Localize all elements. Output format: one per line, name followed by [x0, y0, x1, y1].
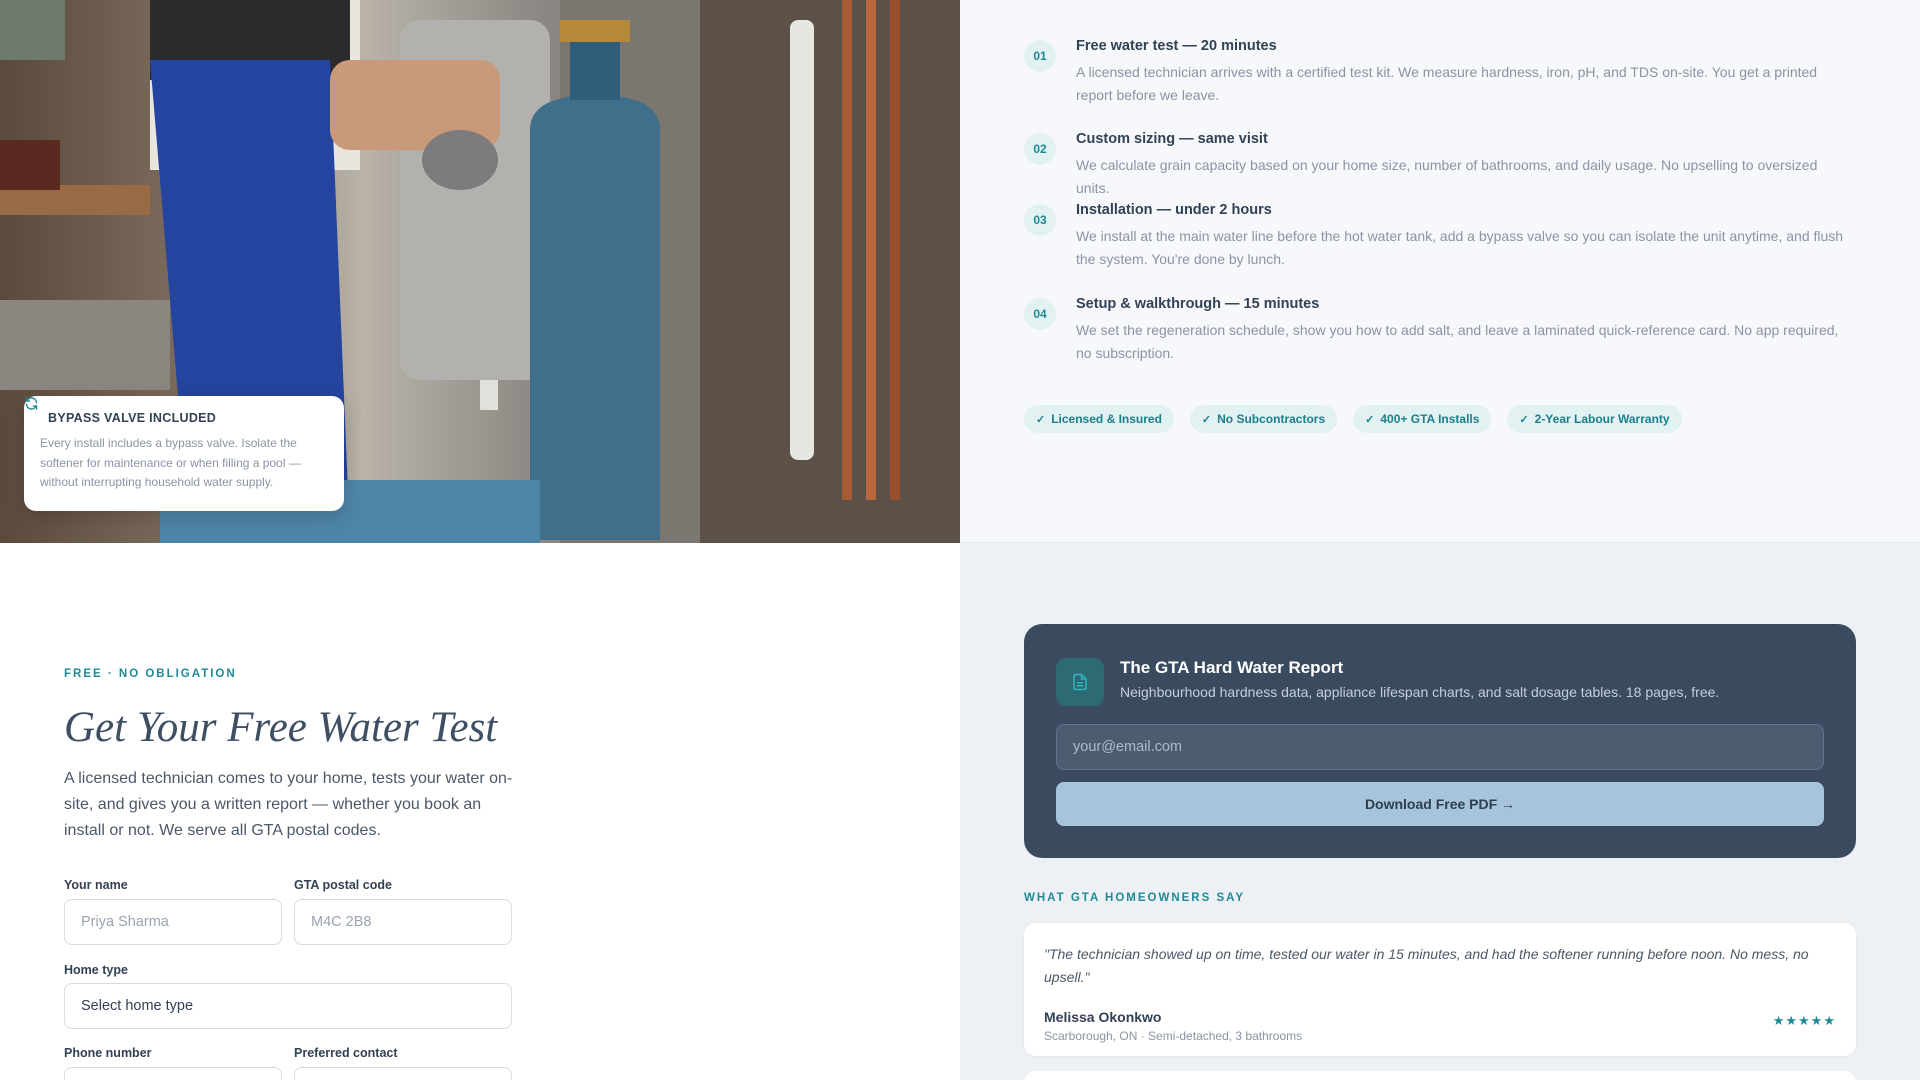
bypass-valve-card: BYPASS VALVE INCLUDED Every install incl… [24, 396, 344, 511]
home-type-select[interactable]: Select home type [64, 983, 512, 1029]
postal-code-label: GTA postal code [294, 878, 392, 892]
bypass-card-body: Every install includes a bypass valve. I… [40, 436, 301, 489]
trust-badges: ✓ Licensed & Insured ✓ No Subcontractors ✓… [1024, 405, 1682, 433]
report-subtitle: Neighbourhood hardness data, appliance l… [1120, 684, 1720, 700]
step-number: 02 [1024, 133, 1056, 165]
report-title: The GTA Hard Water Report [1120, 658, 1344, 677]
name-label: Your name [64, 878, 128, 892]
phone-label: Phone number [64, 1046, 152, 1060]
phone-input[interactable] [64, 1067, 282, 1080]
step-title: Installation — under 2 hours [1076, 202, 1272, 218]
testimonial-meta: Scarborough, ON · Semi-detached, 3 bathr… [1044, 1029, 1303, 1043]
star-rating: ★★★★★ [1772, 1013, 1836, 1028]
hero-photo: BYPASS VALVE INCLUDED Every install incl… [0, 0, 960, 543]
postal-code-input[interactable] [294, 899, 512, 945]
check-icon: ✓ [1036, 413, 1046, 426]
testimonial-quote: "The technician showed up on time, teste… [1044, 946, 1809, 985]
step-description: A licensed technician arrives with a cer… [1076, 64, 1818, 103]
step-description: We install at the main water line before… [1076, 228, 1844, 267]
water-test-form-section: FREE · NO OBLIGATION Get Your Free Water… [0, 543, 960, 1080]
check-icon: ✓ [1519, 413, 1529, 426]
trust-badge: ✓ Licensed & Insured [1024, 405, 1174, 433]
name-input[interactable] [64, 899, 282, 945]
testimonial-author: Melissa Okonkwo [1044, 1009, 1162, 1025]
step-number: 04 [1024, 298, 1056, 330]
step-item: 02 Custom sizing — same visit We calcula… [1024, 131, 1844, 199]
home-type-value: Select home type [81, 998, 194, 1014]
process-steps-panel: 01 Free water test — 20 minutes A licens… [960, 0, 1920, 543]
trust-badge: ✓ 400+ GTA Installs [1353, 405, 1492, 433]
form-title: Get Your Free Water Test [64, 704, 498, 751]
step-item: 04 Setup & walkthrough — 15 minutes We s… [1024, 296, 1844, 364]
step-number: 01 [1024, 40, 1056, 72]
step-description: We set the regeneration schedule, show y… [1076, 322, 1839, 361]
form-description: A licensed technician comes to your home… [64, 770, 513, 839]
check-icon: ✓ [1365, 413, 1375, 426]
step-title: Custom sizing — same visit [1076, 131, 1268, 147]
step-item: 01 Free water test — 20 minutes A licens… [1024, 38, 1844, 106]
resources-panel: The GTA Hard Water Report Neighbourhood … [960, 543, 1920, 1080]
bypass-card-title: BYPASS VALVE INCLUDED [48, 411, 217, 425]
step-title: Free water test — 20 minutes [1076, 38, 1277, 54]
hard-water-report-card: The GTA Hard Water Report Neighbourhood … [1024, 624, 1856, 858]
trust-badge: ✓ 2-Year Labour Warranty [1507, 405, 1682, 433]
step-item: 03 Installation — under 2 hours We insta… [1024, 202, 1844, 270]
check-icon: ✓ [1201, 413, 1212, 426]
preferred-contact-label: Preferred contact [294, 1046, 398, 1060]
preferred-contact-select[interactable] [294, 1067, 512, 1080]
form-eyebrow: FREE · NO OBLIGATION [64, 668, 237, 680]
report-email-input[interactable] [1056, 724, 1824, 770]
home-type-label: Home type [64, 963, 128, 977]
document-icon [1056, 658, 1104, 706]
testimonials-eyebrow: WHAT GTA HOMEOWNERS SAY [1024, 892, 1246, 904]
trust-badge: ✓ No Subcontractors [1189, 405, 1338, 433]
testimonial-card: "The technician showed up on time, teste… [1024, 923, 1856, 1056]
step-title: Setup & walkthrough — 15 minutes [1076, 296, 1320, 312]
testimonial-card [1024, 1071, 1856, 1080]
step-description: We calculate grain capacity based on you… [1076, 157, 1818, 196]
download-pdf-button[interactable]: Download Free PDF → [1056, 782, 1824, 826]
step-number: 03 [1024, 204, 1056, 236]
